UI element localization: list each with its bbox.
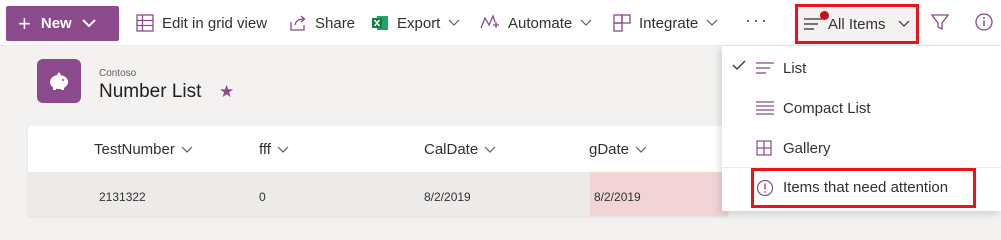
column-header-label: fff xyxy=(259,141,271,158)
edit-in-grid-view-label: Edit in grid view xyxy=(162,14,268,32)
chevron-down-icon xyxy=(181,146,193,153)
chevron-down-icon xyxy=(277,146,289,153)
site-name[interactable]: Contoso xyxy=(99,68,136,79)
cell-fff: 0 xyxy=(259,190,266,204)
column-header-caldate[interactable]: CalDate xyxy=(424,141,496,158)
export-button[interactable]: Export xyxy=(371,0,460,46)
share-icon xyxy=(290,15,306,31)
menu-item-label: Gallery xyxy=(783,139,831,157)
chevron-down-icon xyxy=(81,19,96,28)
chevron-down-icon xyxy=(898,20,909,27)
integrate-label: Integrate xyxy=(639,14,699,32)
command-bar: + New Edit in grid view Share Export Aut… xyxy=(0,0,1001,46)
grid-icon xyxy=(136,14,154,32)
menu-item-list[interactable]: List xyxy=(722,48,1001,88)
more-options-button[interactable]: ··· xyxy=(745,10,769,31)
excel-icon xyxy=(372,16,388,30)
cell-caldate: 8/2/2019 xyxy=(424,190,471,204)
new-button-label: New xyxy=(40,15,72,32)
automate-button[interactable]: Automate xyxy=(480,0,592,46)
column-header-label: CalDate xyxy=(424,141,479,158)
cell-testnumber: 2131322 xyxy=(99,190,146,204)
automate-label: Automate xyxy=(508,14,573,32)
menu-item-label: Compact List xyxy=(783,99,871,117)
view-switcher-button[interactable]: All Items xyxy=(795,4,919,44)
table-row[interactable]: 2131322 0 8/2/2019 8/2/2019 xyxy=(28,172,728,216)
chevron-down-icon xyxy=(484,146,496,153)
list-icon xyxy=(756,62,774,74)
list-title: Number List xyxy=(99,81,202,102)
menu-item-compact-list[interactable]: Compact List xyxy=(722,88,1001,128)
highlight-box xyxy=(751,168,976,208)
gallery-icon xyxy=(756,140,772,156)
new-button[interactable]: + New xyxy=(6,6,119,41)
favorite-star-icon[interactable]: ★ xyxy=(219,82,234,102)
edit-in-grid-view-button[interactable]: Edit in grid view xyxy=(136,0,267,46)
chevron-down-icon xyxy=(706,19,718,26)
share-label: Share xyxy=(315,14,356,32)
chevron-down-icon xyxy=(448,19,460,26)
plus-icon: + xyxy=(18,10,31,36)
integrate-icon xyxy=(613,14,631,32)
filter-icon[interactable] xyxy=(930,12,950,32)
integrate-button[interactable]: Integrate xyxy=(613,0,718,46)
column-header-testnumber[interactable]: TestNumber xyxy=(94,141,193,158)
share-button[interactable]: Share xyxy=(289,0,355,46)
cell-gdate: 8/2/2019 xyxy=(594,190,641,204)
view-switcher-label: All Items xyxy=(828,15,886,33)
checkmark-icon xyxy=(732,60,746,70)
notification-dot xyxy=(820,11,829,20)
menu-item-gallery[interactable]: Gallery xyxy=(722,128,1001,168)
column-header-fff[interactable]: fff xyxy=(259,141,289,158)
list-view-icon xyxy=(804,18,822,30)
menu-item-label: List xyxy=(783,59,807,77)
flow-icon xyxy=(480,14,499,29)
chevron-down-icon xyxy=(580,19,592,26)
column-header-label: gDate xyxy=(589,141,630,158)
info-icon[interactable] xyxy=(974,12,994,32)
column-header-label: TestNumber xyxy=(94,141,175,158)
site-logo[interactable] xyxy=(37,59,81,103)
export-label: Export xyxy=(397,14,441,32)
chevron-down-icon xyxy=(635,146,647,153)
compact-list-icon xyxy=(756,101,774,115)
list-grid: TestNumber fff CalDate gDate 2131322 0 8… xyxy=(28,126,728,216)
column-header-gdate[interactable]: gDate xyxy=(589,141,647,158)
piggy-bank-icon xyxy=(50,72,68,90)
